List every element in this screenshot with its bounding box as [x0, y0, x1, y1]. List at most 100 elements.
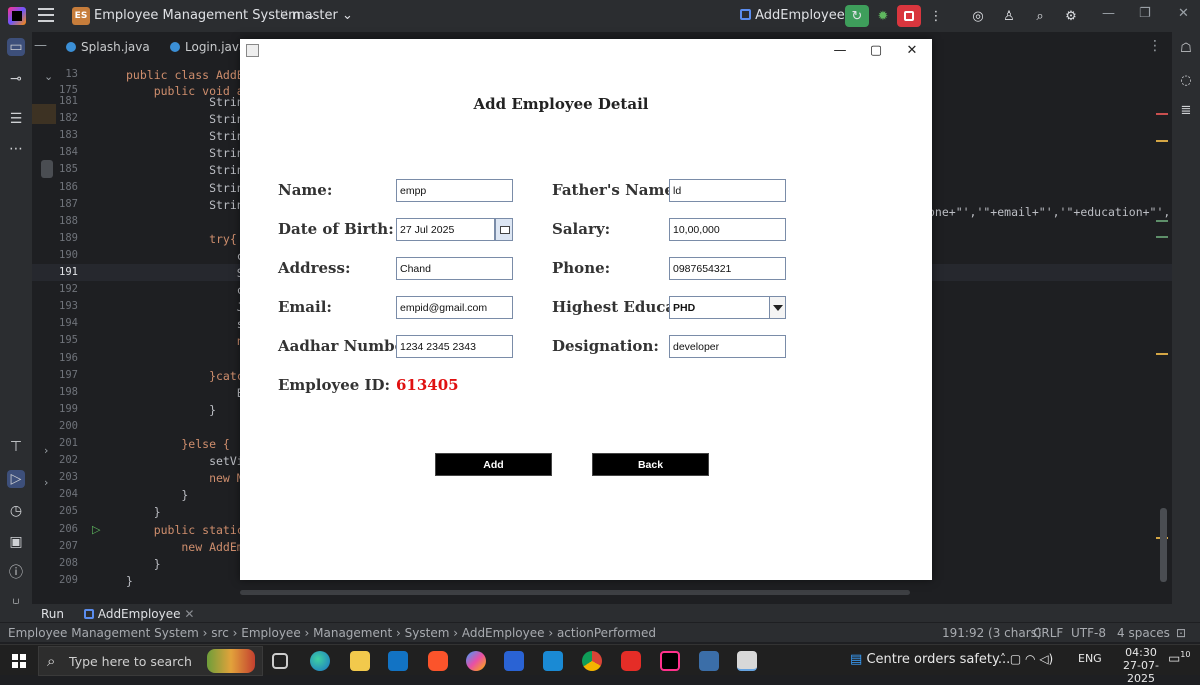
- run-tool-icon[interactable]: ▷: [7, 470, 25, 488]
- gear-icon: ⚙: [1065, 8, 1077, 24]
- file-explorer-icon[interactable]: [350, 651, 370, 671]
- run-config-dropdown[interactable]: AddEmployee ⌄: [740, 8, 860, 23]
- branch-dropdown[interactable]: ⑂ master ⌄: [280, 8, 353, 23]
- mail-icon[interactable]: [543, 651, 563, 671]
- database-icon[interactable]: ≣: [1177, 102, 1195, 120]
- microsoft-store-icon[interactable]: [504, 651, 524, 671]
- fold-arrow-icon[interactable]: ›: [44, 476, 48, 489]
- breadcrumb-item[interactable]: Employee Management System: [8, 626, 199, 640]
- services-icon[interactable]: ◷: [7, 502, 25, 520]
- email-input[interactable]: empid@gmail.com: [396, 296, 513, 319]
- breadcrumb-item[interactable]: Management: [313, 626, 392, 640]
- close-icon[interactable]: ✕: [184, 607, 194, 621]
- fold-arrow-icon[interactable]: ⌄: [44, 70, 53, 83]
- restore-ide-button[interactable]: ❐: [1139, 6, 1151, 21]
- breadcrumb-item[interactable]: AddEmployee: [462, 626, 545, 640]
- tray-icons[interactable]: ˄ ▢ ◠ ◁): [1000, 652, 1053, 666]
- add-button[interactable]: Add: [435, 453, 552, 476]
- back-button[interactable]: Back: [592, 453, 709, 476]
- copilot-icon[interactable]: [466, 651, 486, 671]
- tab-login[interactable]: Login.java: [170, 40, 246, 54]
- rerun-button[interactable]: ↻: [845, 5, 869, 27]
- phone-input[interactable]: 0987654321: [669, 257, 786, 280]
- stop-button[interactable]: [897, 5, 921, 27]
- youtube-icon[interactable]: [621, 651, 641, 671]
- add-user-button[interactable]: ♙: [997, 5, 1021, 27]
- java-app-taskbar-icon[interactable]: [737, 651, 757, 671]
- maximize-button[interactable]: ▢: [863, 41, 889, 61]
- outlook-icon[interactable]: [388, 651, 408, 671]
- error-stripe-marker[interactable]: [1156, 113, 1168, 115]
- windows-start-icon[interactable]: [12, 654, 26, 668]
- line-separator[interactable]: CRLF: [1033, 626, 1063, 640]
- breadcrumb-item[interactable]: src: [211, 626, 229, 640]
- dob-input[interactable]: 27 Jul 2025: [396, 218, 495, 241]
- taskbar-search[interactable]: ⌕ Type here to search: [38, 646, 263, 676]
- intellij-taskbar-icon[interactable]: [660, 651, 680, 671]
- aadhar-input[interactable]: 1234 2345 2343: [396, 335, 513, 358]
- hamburger-menu-icon[interactable]: [38, 8, 54, 22]
- more-tools-icon[interactable]: ⋯: [7, 140, 25, 158]
- salary-input[interactable]: 10,00,000: [669, 218, 786, 241]
- cursor-position[interactable]: 191:92 (3 chars): [942, 626, 1042, 640]
- collapse-icon[interactable]: —: [34, 38, 47, 53]
- project-badge[interactable]: ES: [72, 7, 90, 25]
- settings-button[interactable]: ⚙: [1059, 5, 1083, 27]
- education-select[interactable]: PHD: [669, 296, 786, 319]
- language-indicator[interactable]: ENG: [1078, 652, 1102, 665]
- vertical-scrollbar[interactable]: [1160, 508, 1167, 582]
- ai-assistant-button[interactable]: ◎: [966, 5, 990, 27]
- more-actions-button[interactable]: ⋮: [924, 5, 948, 27]
- commit-icon[interactable]: ⊸: [7, 70, 25, 88]
- run-label[interactable]: Run: [41, 607, 64, 621]
- warning-stripe-marker[interactable]: [1156, 353, 1168, 355]
- ai-chat-icon[interactable]: ◌: [1177, 72, 1195, 90]
- terminal-icon[interactable]: ▣: [7, 533, 25, 551]
- search-everywhere-button[interactable]: ⌕: [1028, 5, 1052, 27]
- news-widget[interactable]: ▤ Centre orders safety...: [850, 652, 1010, 667]
- close-ide-button[interactable]: ✕: [1178, 6, 1189, 21]
- edge-browser-icon[interactable]: [310, 651, 330, 671]
- run-gutter-icon[interactable]: ▷: [92, 523, 100, 536]
- tabs-more-icon[interactable]: ⋮: [1148, 38, 1162, 54]
- build-hammer-icon[interactable]: ⊤: [7, 438, 25, 456]
- code-text: ne: [126, 334, 251, 349]
- breadcrumb-item[interactable]: actionPerformed: [557, 626, 656, 640]
- lock-icon[interactable]: ⊡: [1176, 626, 1186, 640]
- address-input[interactable]: Chand: [396, 257, 513, 280]
- problems-icon[interactable]: ⓘ: [7, 564, 25, 582]
- mysql-workbench-icon[interactable]: [699, 651, 719, 671]
- gutter-scroll-thumb[interactable]: [41, 160, 53, 178]
- debug-button[interactable]: ✹: [871, 5, 895, 27]
- indent-setting[interactable]: 4 spaces: [1117, 626, 1170, 640]
- chrome-icon[interactable]: [582, 651, 602, 671]
- breadcrumb-separator: ›: [198, 626, 212, 640]
- run-tab[interactable]: AddEmployee ✕: [84, 607, 194, 621]
- tab-splash[interactable]: Splash.java: [66, 40, 150, 54]
- designation-input[interactable]: developer: [669, 335, 786, 358]
- warning-stripe-marker[interactable]: [1156, 140, 1168, 142]
- minimize-ide-button[interactable]: —: [1102, 6, 1115, 21]
- change-stripe-marker[interactable]: [1156, 220, 1168, 238]
- close-button[interactable]: ✕: [899, 41, 925, 61]
- file-encoding[interactable]: UTF-8: [1071, 626, 1106, 640]
- dropdown-arrow-icon[interactable]: [769, 297, 785, 318]
- notification-center[interactable]: ▭10: [1168, 650, 1190, 666]
- father-name-input[interactable]: ld: [669, 179, 786, 202]
- notifications-icon[interactable]: ☖: [1177, 40, 1195, 58]
- code-text: se: [126, 317, 251, 332]
- fold-arrow-icon[interactable]: ›: [44, 444, 48, 457]
- brave-browser-icon[interactable]: [428, 651, 448, 671]
- name-input[interactable]: empp: [396, 179, 513, 202]
- breadcrumb-item[interactable]: System: [405, 626, 450, 640]
- project-folder-icon[interactable]: ▭: [7, 38, 25, 56]
- clock[interactable]: 04:30 27-07-2025: [1118, 646, 1164, 685]
- display-icon: ▢: [1009, 652, 1022, 666]
- calendar-icon[interactable]: [495, 218, 513, 241]
- minimize-button[interactable]: —: [827, 41, 853, 61]
- task-view-icon[interactable]: [272, 653, 288, 669]
- intellij-logo-icon[interactable]: [8, 7, 26, 25]
- structure-icon[interactable]: ☰: [7, 110, 25, 128]
- horizontal-scrollbar[interactable]: [240, 590, 910, 595]
- breadcrumb-item[interactable]: Employee: [241, 626, 300, 640]
